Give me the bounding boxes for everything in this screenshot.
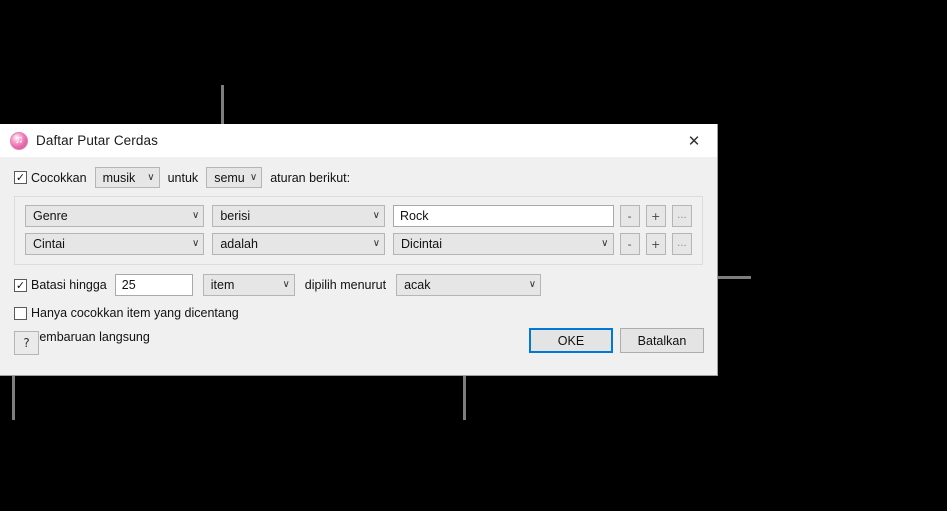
- more-options-button[interactable]: ...: [671, 233, 693, 255]
- dialog-footer: ? OKE Batalkan: [0, 316, 716, 374]
- limit-unit-select[interactable]: item ∨: [202, 274, 295, 296]
- limit-label: Batasi hingga: [31, 278, 107, 292]
- match-label: Cocokkan: [31, 170, 87, 185]
- add-rule-button[interactable]: +: [645, 233, 666, 255]
- chevron-down-icon: ∨: [147, 171, 155, 183]
- rule-value-input[interactable]: Rock: [393, 205, 614, 227]
- rule-field-value: Genre: [33, 209, 68, 223]
- close-icon[interactable]: ✕: [671, 124, 717, 157]
- rule-operator-select[interactable]: berisi ∨: [212, 205, 385, 227]
- itunes-note-icon: ♫: [10, 131, 28, 150]
- rule-row: Genre ∨ berisi ∨ Rock - + ...: [25, 205, 693, 227]
- add-rule-button[interactable]: +: [645, 205, 666, 227]
- rule-field-value: Cintai: [33, 237, 65, 251]
- rule-value-text: Rock: [400, 209, 429, 223]
- match-row: ✓ Cocokkan musik ∨ untuk semua ∨ aturan …: [14, 162, 703, 193]
- rule-operator-select[interactable]: adalah ∨: [212, 233, 386, 255]
- smart-playlist-dialog: ♫ Daftar Putar Cerdas ✕ ✓ Cocokkan musik…: [0, 124, 718, 376]
- chevron-down-icon: ∨: [249, 171, 258, 183]
- limit-unit-value: item: [210, 278, 235, 292]
- rules-suffix-label: aturan berikut:: [270, 170, 351, 185]
- match-checkbox[interactable]: ✓: [14, 171, 27, 184]
- rule-value-select[interactable]: Dicintai ∨: [393, 233, 614, 255]
- chevron-down-icon: ∨: [192, 210, 200, 221]
- chevron-down-icon: ∨: [601, 238, 609, 249]
- limit-order-select[interactable]: acak ∨: [396, 274, 542, 296]
- limit-amount-value: 25: [121, 278, 136, 292]
- rule-operator-value: adalah: [220, 237, 258, 251]
- untuk-label: untuk: [167, 170, 199, 185]
- more-options-button[interactable]: ...: [671, 205, 693, 227]
- dialog-titlebar: ♫ Daftar Putar Cerdas ✕: [0, 124, 717, 157]
- cancel-button[interactable]: Batalkan: [620, 328, 704, 353]
- help-button[interactable]: ?: [14, 331, 39, 355]
- rule-field-select[interactable]: Genre ∨: [25, 205, 205, 227]
- media-type-value: musik: [102, 170, 136, 185]
- match-scope-value: semua: [214, 170, 244, 185]
- limit-order-label: dipilih menurut: [304, 278, 387, 292]
- screenshot-stage: ♫ Daftar Putar Cerdas ✕ ✓ Cocokkan musik…: [0, 0, 947, 511]
- limit-order-value: acak: [404, 278, 431, 292]
- limit-row: ✓ Batasi hingga 25 item ∨ dipilih menuru…: [14, 274, 703, 296]
- media-type-select[interactable]: musik ∨: [94, 167, 160, 188]
- limit-checkbox[interactable]: ✓: [14, 278, 27, 292]
- rule-value-text: Dicintai: [401, 237, 443, 251]
- limit-amount-input[interactable]: 25: [114, 274, 193, 296]
- chevron-down-icon: ∨: [282, 279, 290, 290]
- match-scope-select[interactable]: semua ∨: [206, 167, 263, 188]
- rule-field-select[interactable]: Cintai ∨: [25, 233, 205, 255]
- remove-rule-button[interactable]: -: [619, 233, 640, 255]
- rule-row: Cintai ∨ adalah ∨ Dicintai ∨ - + ...: [25, 233, 693, 255]
- dialog-title: Daftar Putar Cerdas: [36, 133, 158, 148]
- remove-rule-button[interactable]: -: [619, 205, 640, 227]
- chevron-down-icon: ∨: [372, 238, 381, 249]
- chevron-down-icon: ∨: [372, 210, 380, 221]
- chevron-down-icon: ∨: [192, 238, 200, 249]
- ok-button[interactable]: OKE: [529, 328, 613, 353]
- rule-operator-value: berisi: [220, 209, 251, 223]
- rules-panel: Genre ∨ berisi ∨ Rock - + ... Cintai ∨ a…: [14, 196, 703, 265]
- chevron-down-icon: ∨: [528, 279, 537, 290]
